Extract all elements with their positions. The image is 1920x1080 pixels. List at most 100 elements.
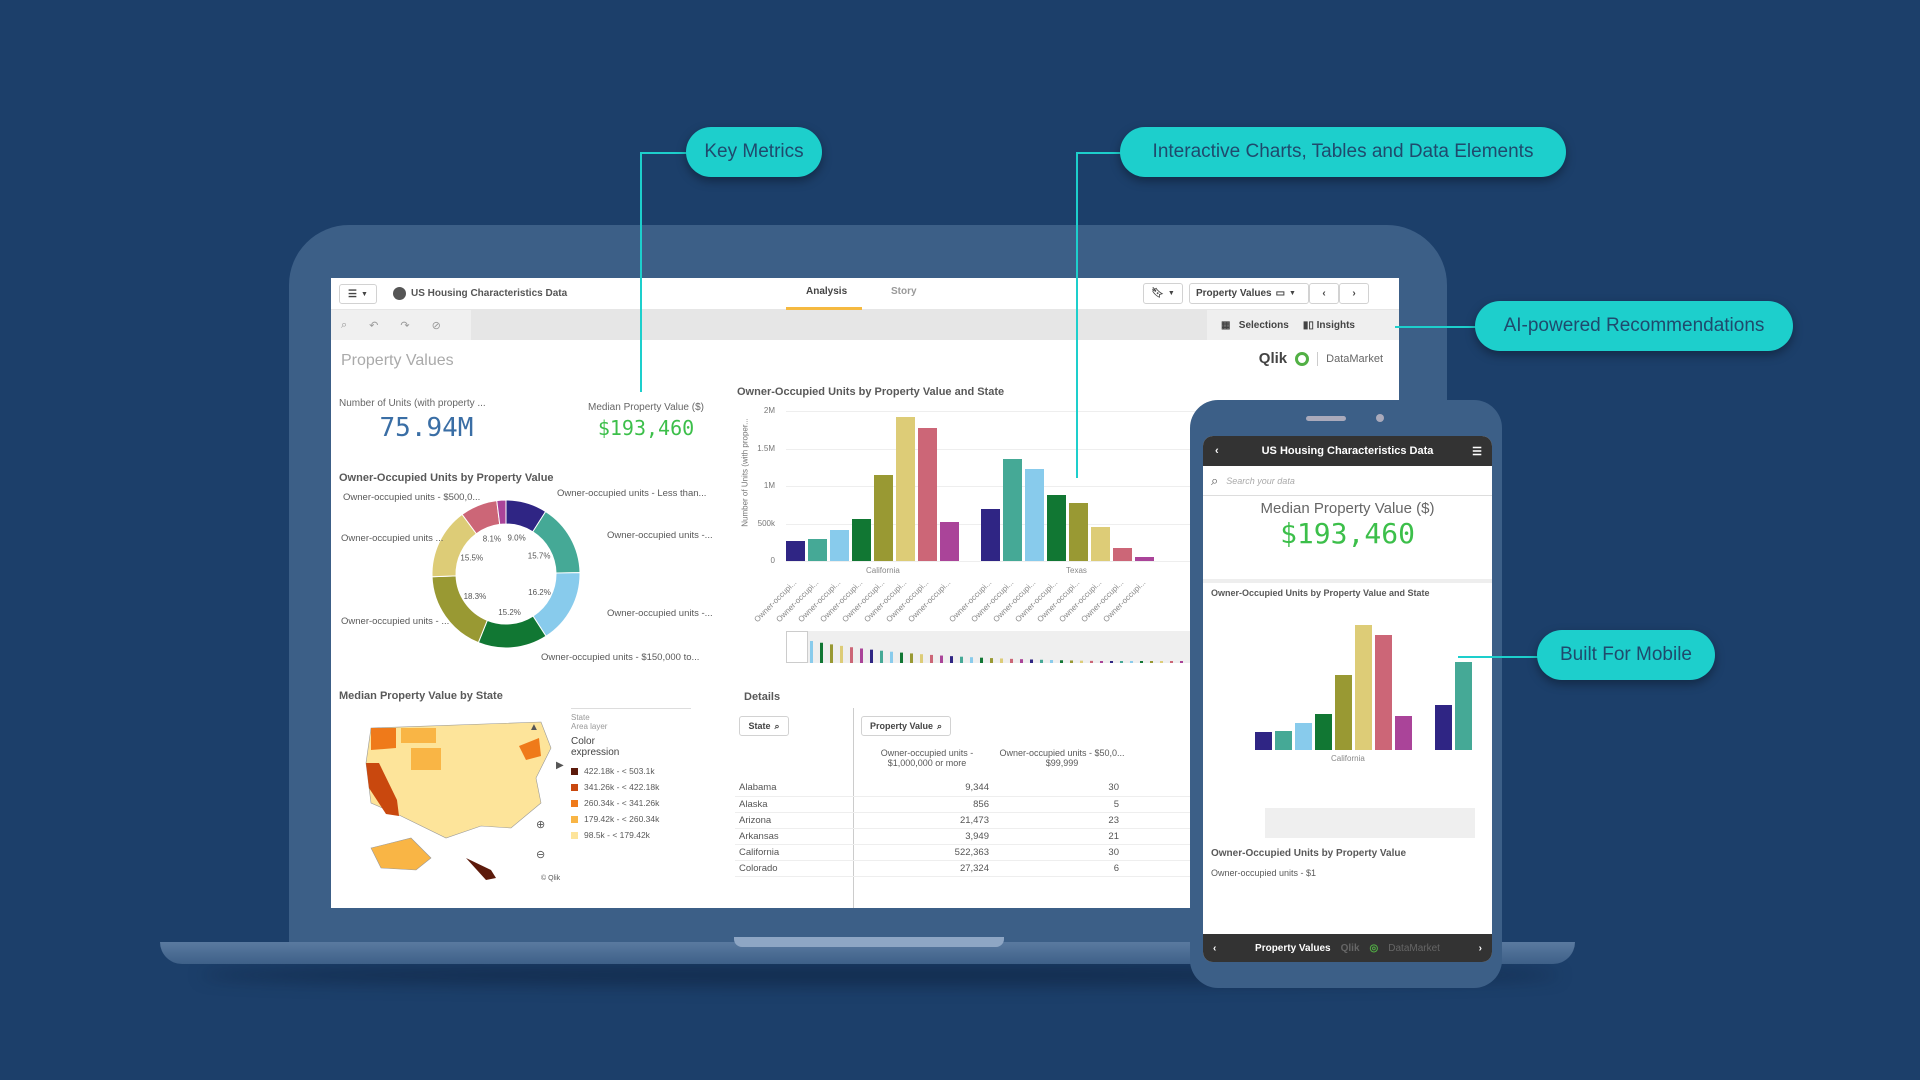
- bookmark-icon: 🔖︎: [1151, 288, 1164, 299]
- mini-bar: [1020, 659, 1023, 663]
- kpi-median-value[interactable]: Median Property Value ($) $193,460: [571, 402, 721, 440]
- donut-chart[interactable]: 9.0% 15.7% 16.2% 15.2% 18.3% 15.5% 8.1% Owner-…: [331, 488, 731, 678]
- bar[interactable]: [1135, 557, 1154, 561]
- scroll-window[interactable]: [786, 631, 808, 663]
- bar[interactable]: [808, 539, 827, 561]
- next-sheet-button[interactable]: ›: [1339, 283, 1369, 304]
- nav-menu-button[interactable]: ☰ ▼: [339, 284, 377, 304]
- bar[interactable]: [852, 519, 871, 561]
- phone-bar-chart[interactable]: [1255, 606, 1477, 750]
- bar[interactable]: [786, 540, 805, 561]
- back-icon[interactable]: ‹: [1215, 445, 1219, 457]
- sheet-selector[interactable]: Property Values ▭ ▼: [1189, 283, 1309, 304]
- bar[interactable]: [874, 474, 893, 561]
- bar[interactable]: [1375, 634, 1392, 750]
- insights-button[interactable]: ▮▯ Insights: [1303, 320, 1355, 331]
- bar[interactable]: [1091, 527, 1110, 561]
- bar[interactable]: [1455, 661, 1472, 750]
- bar[interactable]: [1335, 675, 1352, 750]
- kpi-units[interactable]: Number of Units (with property ... 75.94…: [339, 398, 514, 443]
- state-filter-button[interactable]: State ⌕: [739, 716, 789, 736]
- phone-search[interactable]: ⌕ Search your data: [1203, 466, 1492, 496]
- callout-line: [640, 152, 690, 154]
- brand-logo: Qlik DataMarket: [1259, 350, 1383, 367]
- map-nav-up-icon[interactable]: ▲: [529, 722, 539, 733]
- step-forward-icon[interactable]: ↷: [400, 319, 409, 332]
- phone-next-item: Owner-occupied units - $1: [1211, 868, 1317, 878]
- hamburger-icon[interactable]: ☰: [1472, 445, 1482, 458]
- callout-line: [1076, 152, 1078, 478]
- zoom-in-icon[interactable]: ⊕: [536, 819, 545, 831]
- legend-item[interactable]: 179.42k - < 260.34k: [571, 814, 691, 824]
- chevron-down-icon: ▼: [1167, 290, 1175, 297]
- bar[interactable]: [1047, 495, 1066, 561]
- bar[interactable]: [1275, 731, 1292, 750]
- bar[interactable]: [1113, 548, 1132, 561]
- selections-button[interactable]: ▦ Selections: [1221, 320, 1289, 331]
- phone-speaker: [1306, 416, 1346, 421]
- footer-sheet-label: Property Values: [1255, 942, 1331, 954]
- bar[interactable]: [981, 509, 1000, 561]
- mini-bar: [860, 648, 863, 663]
- bar[interactable]: [1255, 732, 1272, 750]
- chevron-left-icon: ‹: [1322, 288, 1326, 299]
- legend-item[interactable]: 260.34k - < 341.26k: [571, 798, 691, 808]
- phone: ‹ US Housing Characteristics Data ☰ ⌕ Se…: [1190, 400, 1502, 988]
- chevron-left-icon[interactable]: ‹: [1213, 943, 1216, 954]
- chevron-right-icon[interactable]: ›: [1479, 943, 1482, 954]
- table-cell: Alaska: [739, 798, 768, 810]
- bar[interactable]: [940, 522, 959, 561]
- phone-next-title: Owner-Occupied Units by Property Value: [1211, 848, 1407, 859]
- step-back-icon[interactable]: ↶: [369, 319, 378, 332]
- legend-label: 422.18k - < 503.1k: [584, 766, 655, 776]
- bar[interactable]: [896, 417, 915, 561]
- bar[interactable]: [830, 529, 849, 561]
- qlik-q-icon: ◎: [1369, 942, 1379, 954]
- phone-mini-chart[interactable]: [1265, 808, 1475, 838]
- table-cell: 522,363: [954, 846, 989, 858]
- smart-search-icon[interactable]: ⌕: [341, 319, 347, 332]
- legend-item[interactable]: 422.18k - < 503.1k: [571, 766, 691, 776]
- mini-bar: [1140, 661, 1143, 663]
- map-legend: State Area layer Color expression 422.18…: [571, 708, 691, 846]
- datamarket-logo: DataMarket: [1388, 942, 1440, 954]
- bar[interactable]: [1355, 625, 1372, 750]
- bar[interactable]: [1003, 459, 1022, 561]
- legend-item[interactable]: 341.26k - < 422.18k: [571, 782, 691, 792]
- donut-slice[interactable]: [532, 510, 581, 574]
- y-tick-label: 1.5M: [757, 443, 775, 453]
- legend-item[interactable]: 98.5k - < 179.42k: [571, 830, 691, 840]
- mini-bar: [960, 656, 963, 663]
- donut-data-label: 15.2%: [498, 608, 521, 617]
- bar[interactable]: [1295, 722, 1312, 750]
- property-value-filter-button[interactable]: Property Value ⌕: [861, 716, 951, 736]
- zoom-out-icon[interactable]: ⊖: [536, 849, 545, 861]
- legend-swatch: [571, 799, 578, 807]
- bar[interactable]: [918, 428, 937, 561]
- legend-swatch: [571, 815, 578, 823]
- clear-selections-icon[interactable]: ⊘: [432, 319, 441, 332]
- donut-slice[interactable]: [477, 615, 547, 649]
- bar[interactable]: [1435, 705, 1452, 750]
- table-cell: 3,949: [965, 830, 989, 842]
- bar[interactable]: [1025, 468, 1044, 561]
- tab-story[interactable]: Story: [891, 286, 917, 297]
- bar[interactable]: [1069, 503, 1088, 561]
- prev-sheet-button[interactable]: ‹: [1309, 283, 1339, 304]
- mini-bar: [970, 657, 973, 663]
- donut-svg: 9.0%15.7% 16.2% 15.2% 18.3% 15.5%8.1%: [431, 499, 581, 649]
- table-cell: 5: [1113, 798, 1119, 810]
- bar[interactable]: [1395, 716, 1412, 750]
- bookmark-button[interactable]: 🔖︎ ▼: [1143, 283, 1183, 304]
- donut-slice[interactable]: [431, 575, 488, 644]
- mini-bar: [840, 645, 843, 663]
- us-map[interactable]: ▶ ▲ ⊕ ⊖ © Qlik: [341, 708, 581, 898]
- mini-bar: [930, 654, 933, 663]
- donut-label: Owner-occupied units - $150,000 to...: [541, 652, 700, 663]
- y-axis-label: Number of Units (with proper...: [740, 418, 750, 527]
- bar[interactable]: [1315, 713, 1332, 750]
- phone-kpi[interactable]: Median Property Value ($) $193,460: [1203, 500, 1492, 550]
- map-nav-right-icon[interactable]: ▶: [556, 760, 564, 771]
- tab-analysis[interactable]: Analysis: [806, 286, 847, 297]
- callout-mobile: Built For Mobile: [1537, 630, 1715, 680]
